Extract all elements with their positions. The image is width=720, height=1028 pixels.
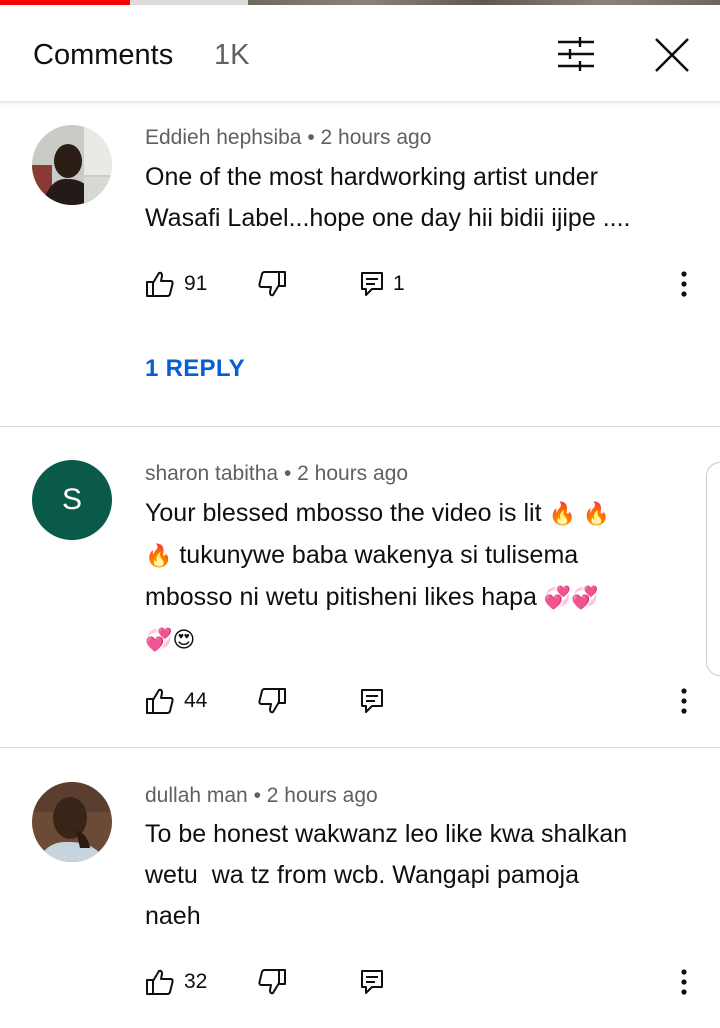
close-button[interactable] xyxy=(648,31,696,79)
comment-meta: sharon tabitha • 2 hours ago xyxy=(145,462,409,485)
comment-thread: dullah man • 2 hours ago To be honest wa… xyxy=(0,748,720,1028)
reply-button[interactable] xyxy=(360,681,384,721)
timestamp: 2 hours ago xyxy=(266,784,378,807)
comment-thread: Eddieh hephsiba • 2 hours ago One of the… xyxy=(0,101,720,426)
dislike-button[interactable] xyxy=(257,962,287,1002)
avatar[interactable] xyxy=(32,782,112,862)
more-options-button[interactable] xyxy=(668,264,700,304)
dislike-button[interactable] xyxy=(257,264,287,304)
reply-button[interactable]: 1 xyxy=(360,264,405,304)
like-count: 32 xyxy=(184,970,208,993)
panel-title: Comments xyxy=(33,39,174,71)
comment-text: One of the most hardworking artist under… xyxy=(145,163,631,232)
more-vert-icon xyxy=(681,271,687,297)
author-name[interactable]: Eddieh hephsiba xyxy=(145,126,301,149)
heart-eyes-emoji: 😍 xyxy=(172,628,196,653)
comments-header: Comments 1K xyxy=(0,5,720,101)
reply-icon xyxy=(361,689,383,713)
comment-meta: dullah man • 2 hours ago xyxy=(145,784,378,807)
comment-text: To be honest wakwanz leo like kwa shalka… xyxy=(145,820,628,930)
comment-text: Your blessed mbosso the video is lit 🔥 🔥… xyxy=(145,499,611,653)
hearts-emoji: 💞 xyxy=(145,628,173,653)
dislike-button[interactable] xyxy=(257,681,287,721)
reply-icon xyxy=(361,272,383,296)
timestamp: 2 hours ago xyxy=(320,126,432,149)
like-button[interactable]: 91 xyxy=(145,264,207,304)
reply-count: 1 xyxy=(393,272,405,295)
author-name[interactable]: sharon tabitha xyxy=(145,462,278,485)
avatar[interactable] xyxy=(32,125,112,205)
comment-meta: Eddieh hephsiba • 2 hours ago xyxy=(145,126,432,149)
sort-filter-button[interactable] xyxy=(552,33,600,75)
filter-icon xyxy=(558,37,594,71)
avatar-letter: S xyxy=(61,483,82,516)
timestamp: 2 hours ago xyxy=(297,462,409,485)
like-button[interactable]: 32 xyxy=(145,962,207,1002)
close-icon xyxy=(655,38,689,72)
thumb-down-icon xyxy=(258,969,286,995)
comment-actions: 91 1 xyxy=(0,264,720,304)
reply-button[interactable] xyxy=(360,962,384,1002)
comment-count: 1K xyxy=(214,39,250,71)
more-options-button[interactable] xyxy=(668,962,700,1002)
thumb-up-icon xyxy=(146,688,174,714)
fire-emoji: 🔥 🔥 xyxy=(548,502,611,527)
comment-thread: S sharon tabitha • 2 hours ago Your bles… xyxy=(0,427,720,747)
fire-emoji: 🔥 xyxy=(145,544,173,569)
hearts-emoji: 💞💞 xyxy=(543,586,599,611)
avatar[interactable]: S xyxy=(32,460,112,540)
more-vert-icon xyxy=(681,688,687,714)
like-count: 44 xyxy=(184,689,208,712)
more-options-button[interactable] xyxy=(668,681,700,721)
reply-icon xyxy=(361,970,383,994)
thumb-up-icon xyxy=(146,969,174,995)
like-button[interactable]: 44 xyxy=(145,681,207,721)
comment-actions: 44 xyxy=(0,681,720,721)
like-count: 91 xyxy=(184,272,208,295)
thumb-down-icon xyxy=(258,688,286,714)
side-panel-handle[interactable] xyxy=(706,462,720,676)
comment-actions: 32 xyxy=(0,962,720,1002)
avatar-photo xyxy=(32,782,112,862)
more-vert-icon xyxy=(681,969,687,995)
thumb-up-icon xyxy=(146,271,174,297)
view-replies-link[interactable]: 1 REPLY xyxy=(145,355,245,383)
author-name[interactable]: dullah man xyxy=(145,784,248,807)
avatar-photo xyxy=(32,125,112,205)
thumb-down-icon xyxy=(258,271,286,297)
